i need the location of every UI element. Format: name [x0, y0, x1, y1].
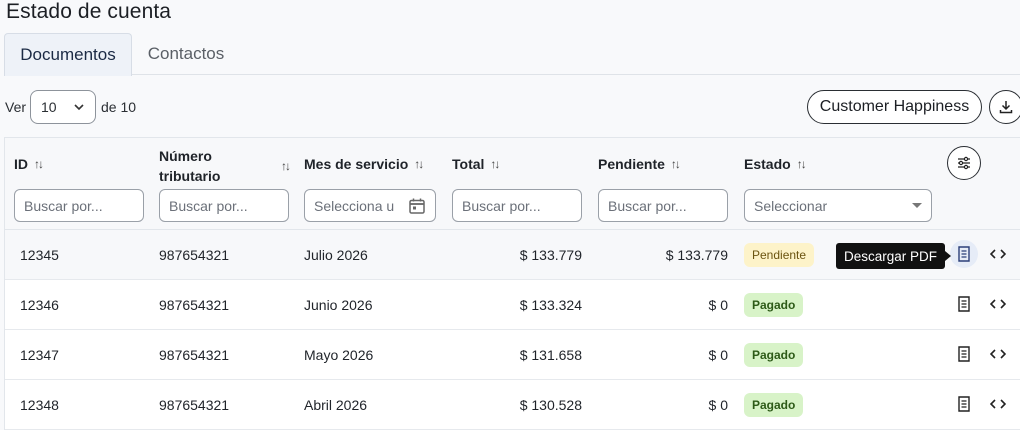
chevron-down-icon	[74, 104, 84, 111]
column-label: Número tributario	[159, 148, 221, 184]
code-icon	[990, 399, 1006, 409]
cell-id: 12346	[20, 297, 59, 313]
sort-icon: ↑↓	[281, 159, 291, 173]
code-icon	[990, 349, 1006, 359]
customer-happiness-button[interactable]: Customer Happiness	[807, 90, 982, 124]
tab-contactos[interactable]: Contactos	[132, 33, 240, 75]
column-label: Mes de servicio	[304, 156, 409, 172]
expand-row-button[interactable]	[988, 344, 1008, 364]
table-row[interactable]: 12347 987654321 Mayo 2026 $ 131.658 $ 0 …	[5, 330, 1020, 380]
table-row[interactable]: 12348 987654321 Abril 2026 $ 130.528 $ 0…	[5, 380, 1020, 430]
sliders-icon	[958, 156, 970, 170]
cell-id: 12347	[20, 347, 59, 363]
column-header-month[interactable]: Mes de servicio ↑↓	[304, 156, 424, 172]
status-badge: Pendiente	[744, 243, 815, 267]
table-row[interactable]: 12346 987654321 Junio 2026 $ 133.324 $ 0…	[5, 280, 1020, 330]
page-size-control: Ver 10 de 10	[5, 90, 136, 124]
cell-id: 12345	[20, 247, 59, 263]
column-label: Estado	[744, 156, 791, 172]
download-button[interactable]	[989, 90, 1020, 124]
expand-row-button[interactable]	[988, 244, 1008, 264]
cell-total: $ 130.528	[519, 397, 582, 413]
cell-tax-number: 987654321	[159, 397, 230, 413]
column-label: Total	[452, 156, 485, 172]
column-header-tax-number[interactable]: Número tributario ↑↓	[159, 146, 291, 186]
caret-down-icon	[912, 202, 922, 208]
download-pdf-button[interactable]	[950, 340, 978, 368]
column-header-total[interactable]: Total ↑↓	[452, 156, 500, 172]
cell-month: Julio 2026	[304, 247, 368, 263]
column-header-status[interactable]: Estado ↑↓	[744, 156, 807, 172]
receipt-icon	[958, 396, 970, 412]
filter-status-placeholder: Seleccionar	[754, 197, 828, 214]
sort-icon: ↑↓	[34, 157, 44, 171]
filter-id-input[interactable]: Buscar por...	[14, 189, 144, 222]
tab-documentos[interactable]: Documentos	[4, 33, 132, 76]
page-title: Estado de cuenta	[6, 0, 172, 23]
sort-icon: ↑↓	[414, 157, 424, 171]
sort-icon: ↑↓	[796, 157, 807, 171]
filter-pending-input[interactable]: Buscar por...	[598, 189, 728, 222]
cell-month: Mayo 2026	[304, 347, 374, 363]
cell-total: $ 133.324	[519, 297, 582, 313]
receipt-icon	[958, 296, 970, 312]
column-label: Pendiente	[598, 156, 665, 172]
filter-tax-number-input[interactable]: Buscar por...	[159, 189, 289, 222]
cell-tax-number: 987654321	[159, 247, 230, 263]
download-pdf-button[interactable]	[950, 390, 978, 418]
page-size-select[interactable]: 10	[30, 90, 97, 124]
download-pdf-tooltip: Descargar PDF	[836, 243, 952, 269]
column-label: ID	[14, 156, 28, 172]
table-header: ID ↑↓ Número tributario ↑↓ Mes de servicio…	[5, 138, 1020, 230]
cell-pending: $ 0	[708, 397, 728, 413]
expand-row-button[interactable]	[988, 394, 1008, 414]
filter-status-select[interactable]: Seleccionar	[744, 189, 932, 222]
status-badge: Pagado	[744, 343, 804, 367]
page-size-suffix: de 10	[101, 99, 137, 115]
cell-total: $ 131.658	[519, 347, 582, 363]
cell-tax-number: 987654321	[159, 347, 230, 363]
page-size-prefix: Ver	[5, 99, 27, 115]
download-icon	[999, 101, 1013, 114]
code-icon	[990, 249, 1006, 259]
column-header-pending[interactable]: Pendiente ↑↓	[598, 156, 681, 172]
download-pdf-button[interactable]	[950, 290, 978, 318]
receipt-icon	[958, 246, 970, 262]
tabs: Documentos Contactos	[4, 33, 1020, 76]
cell-pending: $ 0	[708, 347, 728, 363]
download-pdf-button[interactable]	[950, 240, 978, 268]
sort-icon: ↑↓	[670, 157, 681, 171]
column-header-id[interactable]: ID ↑↓	[14, 156, 44, 172]
filter-total-input[interactable]: Buscar por...	[452, 189, 582, 222]
code-icon	[990, 299, 1006, 309]
filter-month-datepicker[interactable]: Selecciona u	[304, 189, 436, 222]
status-badge: Pagado	[744, 393, 804, 417]
documents-table: ID ↑↓ Número tributario ↑↓ Mes de servicio…	[4, 137, 1020, 430]
status-badge: Pagado	[744, 293, 804, 317]
page-size-value: 10	[41, 99, 57, 115]
column-settings-button[interactable]	[947, 146, 981, 180]
cell-id: 12348	[20, 397, 59, 413]
cell-pending: $ 133.779	[665, 247, 728, 263]
cell-pending: $ 0	[708, 297, 728, 313]
calendar-icon	[409, 198, 425, 214]
cell-total: $ 133.779	[519, 247, 582, 263]
receipt-icon	[958, 346, 970, 362]
cell-month: Abril 2026	[304, 397, 368, 413]
cell-month: Junio 2026	[304, 297, 373, 313]
filter-month-placeholder: Selecciona u	[314, 197, 395, 214]
sort-icon: ↑↓	[490, 157, 500, 171]
cell-tax-number: 987654321	[159, 297, 230, 313]
expand-row-button[interactable]	[988, 294, 1008, 314]
